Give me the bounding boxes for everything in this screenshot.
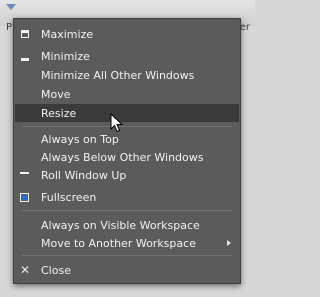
window-context-menu: Maximize Minimize Minimize All Other Win… — [13, 18, 241, 284]
menu-item-label: Resize — [41, 106, 77, 120]
close-icon: ✕ — [20, 263, 31, 277]
menu-item-always-on-visible-workspace[interactable]: Always on Visible Workspace — [15, 216, 239, 234]
menu-item-minimize-all-other-windows[interactable]: Minimize All Other Windows — [15, 66, 239, 84]
background-text-left: P — [6, 22, 13, 33]
menu-item-label: Fullscreen — [41, 190, 97, 204]
menu-item-label: Close — [41, 263, 71, 277]
roll-up-icon — [20, 166, 42, 184]
menu-separator — [22, 126, 232, 127]
menu-item-resize[interactable]: Resize — [15, 104, 239, 122]
mouse-pointer-icon — [110, 113, 124, 133]
window-menu-arrow-icon[interactable] — [6, 4, 16, 10]
menu-item-fullscreen[interactable]: Fullscreen — [15, 188, 239, 206]
menu-item-label: Always on Top — [41, 132, 119, 146]
menu-item-roll-window-up[interactable]: Roll Window Up — [15, 166, 239, 184]
menu-item-maximize[interactable]: Maximize — [15, 25, 239, 43]
menu-item-label: Always on Visible Workspace — [41, 218, 200, 232]
menu-item-close[interactable]: ✕ Close — [15, 261, 239, 279]
menu-item-label: Move to Another Workspace — [41, 236, 196, 250]
menu-item-move-to-another-workspace[interactable]: Move to Another Workspace — [15, 234, 239, 252]
menu-item-label: Minimize All Other Windows — [41, 68, 195, 82]
menu-item-label: Move — [41, 87, 71, 101]
background-text-right: er — [239, 22, 250, 33]
menu-separator — [22, 210, 232, 211]
fullscreen-icon — [20, 188, 42, 206]
menu-item-label: Roll Window Up — [41, 168, 127, 182]
menu-item-move[interactable]: Move — [15, 85, 239, 103]
menu-separator — [22, 255, 232, 256]
menu-item-always-on-top[interactable]: Always on Top — [15, 130, 239, 148]
menu-item-minimize[interactable]: Minimize — [15, 47, 239, 65]
menu-item-always-below-other-windows[interactable]: Always Below Other Windows — [15, 148, 239, 166]
submenu-arrow-icon — [227, 240, 231, 246]
menu-item-label: Always Below Other Windows — [41, 150, 204, 164]
menu-item-label: Minimize — [41, 49, 90, 63]
menu-item-label: Maximize — [41, 27, 94, 41]
maximize-icon — [20, 25, 42, 43]
minimize-icon — [20, 47, 42, 65]
